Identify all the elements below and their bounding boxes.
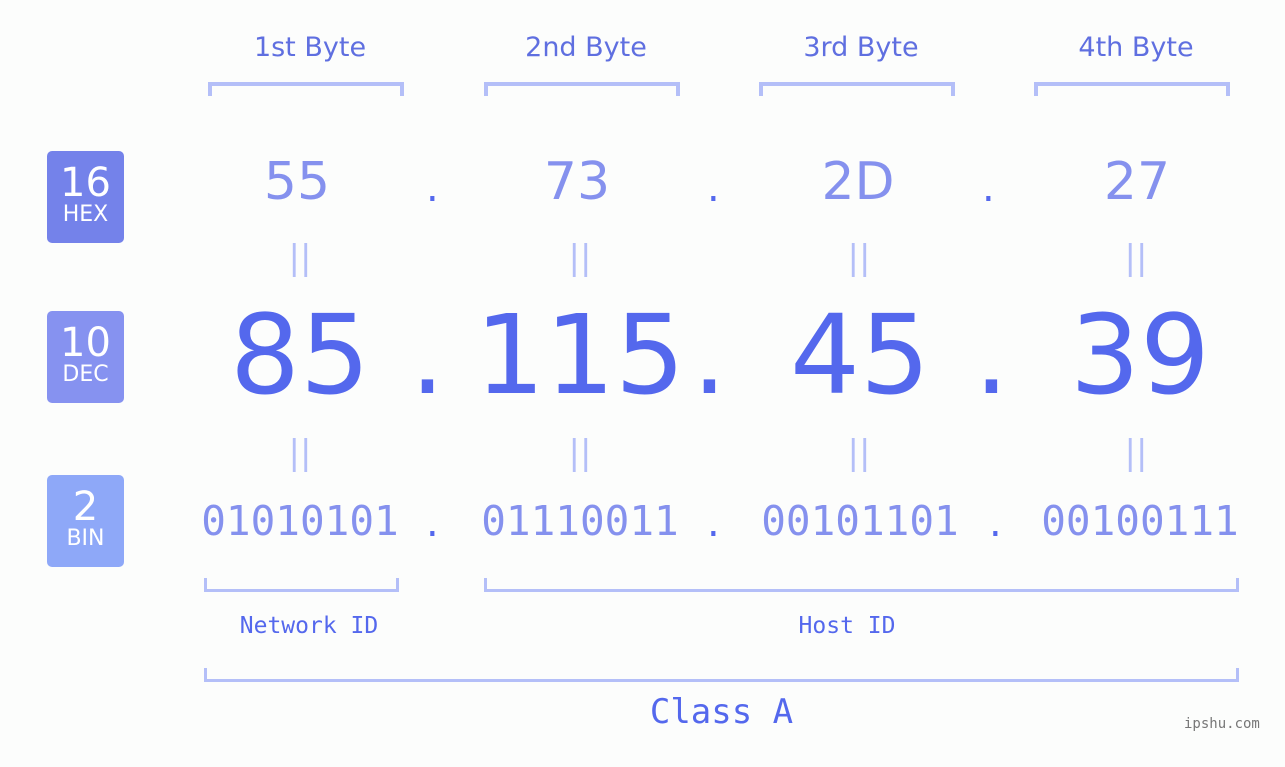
equals-dec-bin-2: || <box>568 433 592 473</box>
hex-value-1: 55 <box>263 152 331 212</box>
hex-value-3: 2D <box>821 152 895 212</box>
dec-separator-1: . <box>410 291 445 419</box>
equals-dec-bin-4: || <box>1124 433 1148 473</box>
bin-separator-3: . <box>989 500 1002 546</box>
hex-badge-label: HEX <box>62 202 109 227</box>
bin-value-2: 01110011 <box>481 497 679 545</box>
byte-bracket-4 <box>1034 82 1230 96</box>
bin-value-3: 00101101 <box>761 497 959 545</box>
bin-badge: 2 BIN <box>47 475 124 567</box>
hex-value-4: 27 <box>1103 152 1171 212</box>
byte-header-1: 1st Byte <box>253 32 367 63</box>
byte-header-2: 2nd Byte <box>525 32 647 63</box>
network-id-label: Network ID <box>239 613 379 639</box>
class-bracket <box>204 668 1239 682</box>
equals-dec-bin-3: || <box>847 433 871 473</box>
byte-bracket-1 <box>208 82 404 96</box>
byte-bracket-2 <box>484 82 680 96</box>
bin-badge-label: BIN <box>66 526 105 551</box>
hex-value-2: 73 <box>543 152 611 212</box>
dec-badge-number: 10 <box>60 320 111 366</box>
bin-badge-number: 2 <box>72 484 99 530</box>
hex-separator-3: . <box>982 165 995 211</box>
class-label: Class A <box>649 692 794 732</box>
bin-separator-2: . <box>707 500 720 546</box>
dec-value-1: 85 <box>230 291 370 419</box>
dec-badge-label: DEC <box>62 362 109 387</box>
dec-value-3: 45 <box>790 291 930 419</box>
bin-separator-1: . <box>426 500 439 546</box>
equals-hex-dec-1: || <box>288 238 312 278</box>
dec-separator-2: . <box>692 291 727 419</box>
watermark: ipshu.com <box>1184 716 1260 732</box>
hex-badge-number: 16 <box>60 160 111 206</box>
hex-badge: 16 HEX <box>47 151 124 243</box>
dec-value-2: 115 <box>475 291 685 419</box>
hex-separator-2: . <box>707 165 720 211</box>
hex-separator-1: . <box>426 165 439 211</box>
bin-value-1: 01010101 <box>201 497 399 545</box>
dec-badge: 10 DEC <box>47 311 124 403</box>
equals-hex-dec-3: || <box>847 238 871 278</box>
bin-value-4: 00100111 <box>1041 497 1239 545</box>
host-id-label: Host ID <box>798 613 896 639</box>
dec-value-4: 39 <box>1070 291 1210 419</box>
equals-hex-dec-4: || <box>1124 238 1148 278</box>
dec-separator-3: . <box>974 291 1009 419</box>
equals-dec-bin-1: || <box>288 433 312 473</box>
network-id-bracket <box>204 578 399 592</box>
host-id-bracket <box>484 578 1239 592</box>
byte-header-3: 3rd Byte <box>803 32 919 63</box>
equals-hex-dec-2: || <box>568 238 592 278</box>
byte-header-4: 4th Byte <box>1078 32 1194 63</box>
byte-bracket-3 <box>759 82 955 96</box>
